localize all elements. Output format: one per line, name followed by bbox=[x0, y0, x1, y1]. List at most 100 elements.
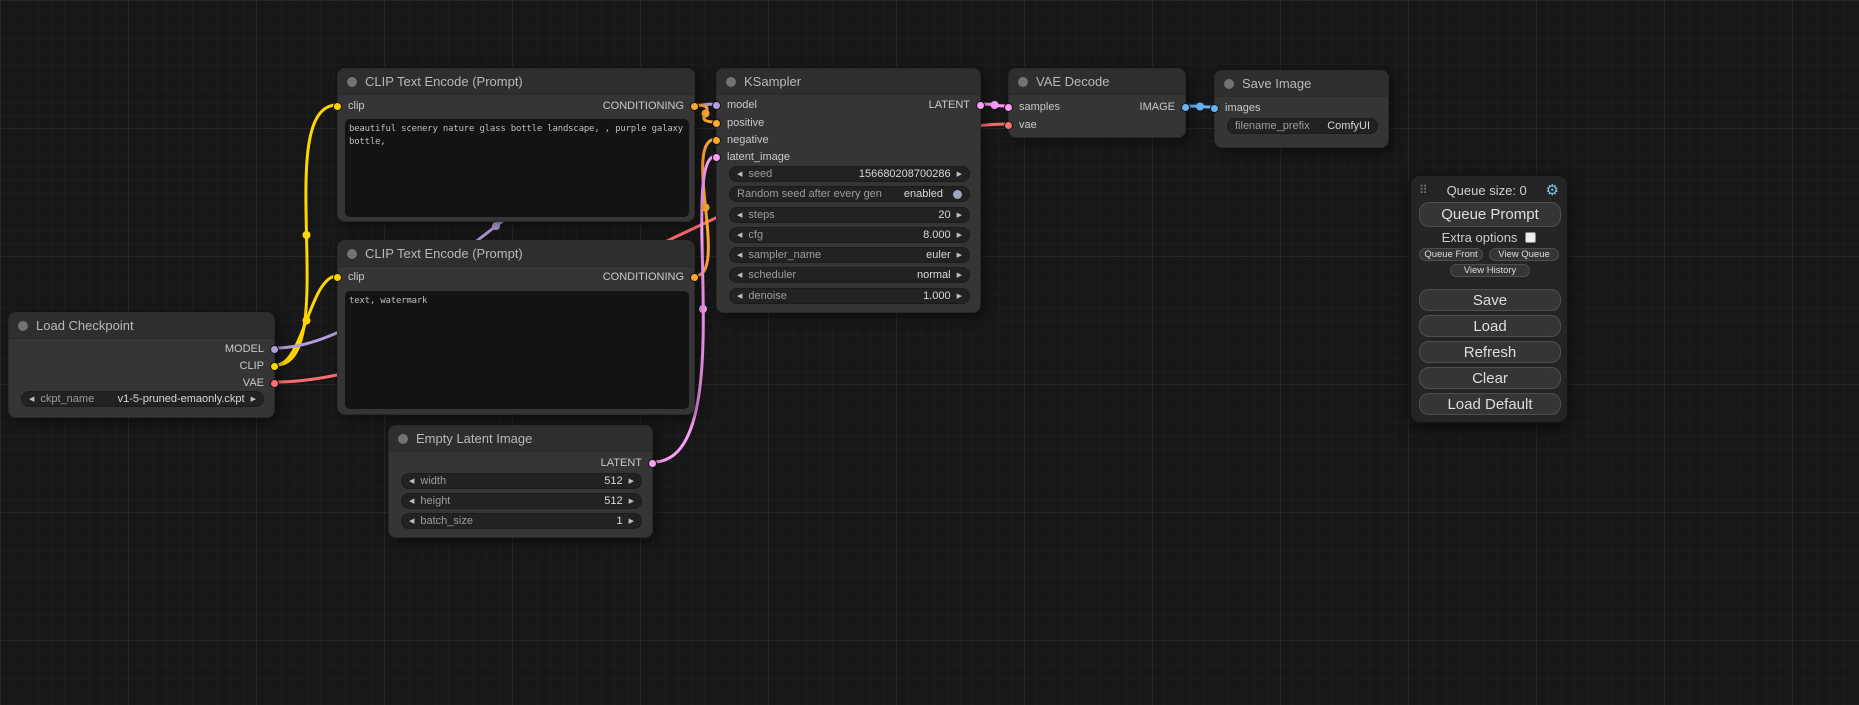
extra-options-checkbox[interactable] bbox=[1525, 232, 1536, 243]
port-dot-clip[interactable] bbox=[333, 273, 342, 282]
node-title-bar[interactable]: Load Checkpoint bbox=[9, 313, 274, 339]
port-dot-vae[interactable] bbox=[1004, 121, 1013, 130]
collapse-dot-icon[interactable] bbox=[1224, 79, 1234, 89]
load-default-button[interactable]: Load Default bbox=[1419, 393, 1561, 415]
node-clip-text-encode-positive[interactable]: CLIP Text Encode (Prompt) clip CONDITION… bbox=[337, 68, 695, 222]
widget-random-seed-toggle[interactable]: Random seed after every gen enabled bbox=[729, 186, 970, 202]
collapse-dot-icon[interactable] bbox=[398, 434, 408, 444]
settings-gear-icon[interactable]: ⚙ bbox=[1546, 183, 1559, 198]
increment-arrow-icon[interactable]: ▶ bbox=[957, 252, 962, 259]
clear-button[interactable]: Clear bbox=[1419, 367, 1561, 389]
view-history-button[interactable]: View History bbox=[1450, 264, 1530, 277]
collapse-dot-icon[interactable] bbox=[1018, 77, 1028, 87]
save-button[interactable]: Save bbox=[1419, 289, 1561, 311]
input-port-clip[interactable]: clip bbox=[333, 271, 365, 283]
increment-arrow-icon[interactable]: ▶ bbox=[957, 272, 962, 279]
refresh-button[interactable]: Refresh bbox=[1419, 341, 1561, 363]
increment-arrow-icon[interactable]: ▶ bbox=[957, 171, 962, 178]
decrement-arrow-icon[interactable]: ◀ bbox=[409, 518, 414, 525]
widget-filename-prefix[interactable]: filename_prefix ComfyUI bbox=[1227, 118, 1378, 134]
output-port-vae[interactable]: VAE bbox=[243, 377, 279, 389]
node-load-checkpoint[interactable]: Load Checkpoint MODEL CLIP VAE ◀ ckpt_na… bbox=[8, 312, 275, 418]
input-port-latent-image[interactable]: latent_image bbox=[712, 151, 790, 163]
increment-arrow-icon[interactable]: ▶ bbox=[957, 212, 962, 219]
node-ksampler[interactable]: KSampler model positive negative latent_… bbox=[716, 68, 981, 313]
load-button[interactable]: Load bbox=[1419, 315, 1561, 337]
widget-width[interactable]: ◀ width 512 ▶ bbox=[401, 473, 642, 489]
port-dot-model[interactable] bbox=[270, 345, 279, 354]
collapse-dot-icon[interactable] bbox=[18, 321, 28, 331]
widget-height[interactable]: ◀ height 512 ▶ bbox=[401, 493, 642, 509]
output-port-model[interactable]: MODEL bbox=[225, 343, 279, 355]
decrement-arrow-icon[interactable]: ◀ bbox=[737, 171, 742, 178]
decrement-arrow-icon[interactable]: ◀ bbox=[737, 212, 742, 219]
port-dot-latent[interactable] bbox=[712, 153, 721, 162]
increment-arrow-icon[interactable]: ▶ bbox=[957, 293, 962, 300]
input-port-images[interactable]: images bbox=[1210, 102, 1260, 114]
port-dot-conditioning[interactable] bbox=[690, 102, 699, 111]
widget-cfg[interactable]: ◀ cfg 8.000 ▶ bbox=[729, 227, 970, 243]
widget-batch-size[interactable]: ◀ batch_size 1 ▶ bbox=[401, 513, 642, 529]
output-port-latent[interactable]: LATENT bbox=[929, 99, 985, 111]
input-port-positive[interactable]: positive bbox=[712, 117, 764, 129]
collapse-dot-icon[interactable] bbox=[726, 77, 736, 87]
decrement-arrow-icon[interactable]: ◀ bbox=[29, 396, 34, 403]
port-dot-clip[interactable] bbox=[333, 102, 342, 111]
negative-prompt-textarea[interactable]: text, watermark bbox=[345, 291, 689, 409]
port-dot-latent[interactable] bbox=[1004, 103, 1013, 112]
increment-arrow-icon[interactable]: ▶ bbox=[629, 478, 634, 485]
widget-seed[interactable]: ◀ seed 156680208700286 ▶ bbox=[729, 166, 970, 182]
queue-front-button[interactable]: Queue Front bbox=[1419, 248, 1483, 261]
view-queue-button[interactable]: View Queue bbox=[1489, 248, 1559, 261]
widget-steps[interactable]: ◀ steps 20 ▶ bbox=[729, 207, 970, 223]
node-clip-text-encode-negative[interactable]: CLIP Text Encode (Prompt) clip CONDITION… bbox=[337, 240, 695, 415]
port-dot-image[interactable] bbox=[1181, 103, 1190, 112]
output-port-clip[interactable]: CLIP bbox=[240, 360, 279, 372]
input-port-vae[interactable]: vae bbox=[1004, 119, 1037, 131]
increment-arrow-icon[interactable]: ▶ bbox=[251, 396, 256, 403]
input-port-negative[interactable]: negative bbox=[712, 134, 769, 146]
port-dot-conditioning[interactable] bbox=[690, 273, 699, 282]
widget-scheduler[interactable]: ◀ scheduler normal ▶ bbox=[729, 267, 970, 283]
increment-arrow-icon[interactable]: ▶ bbox=[629, 518, 634, 525]
decrement-arrow-icon[interactable]: ◀ bbox=[409, 498, 414, 505]
collapse-dot-icon[interactable] bbox=[347, 77, 357, 87]
node-title-bar[interactable]: Save Image bbox=[1215, 71, 1388, 97]
output-port-image[interactable]: IMAGE bbox=[1140, 101, 1190, 113]
node-graph-canvas[interactable]: Load Checkpoint MODEL CLIP VAE ◀ ckpt_na… bbox=[0, 0, 1859, 705]
collapse-dot-icon[interactable] bbox=[347, 249, 357, 259]
input-port-samples[interactable]: samples bbox=[1004, 101, 1060, 113]
decrement-arrow-icon[interactable]: ◀ bbox=[737, 272, 742, 279]
port-dot-vae[interactable] bbox=[270, 379, 279, 388]
node-title-bar[interactable]: VAE Decode bbox=[1009, 69, 1185, 95]
node-title-bar[interactable]: KSampler bbox=[717, 69, 980, 95]
port-dot-conditioning[interactable] bbox=[712, 136, 721, 145]
queue-prompt-button[interactable]: Queue Prompt bbox=[1419, 202, 1561, 227]
port-dot-model[interactable] bbox=[712, 101, 721, 110]
node-title-bar[interactable]: Empty Latent Image bbox=[389, 426, 652, 452]
output-port-conditioning[interactable]: CONDITIONING bbox=[603, 100, 699, 112]
input-port-model[interactable]: model bbox=[712, 99, 757, 111]
output-port-latent[interactable]: LATENT bbox=[601, 457, 657, 469]
decrement-arrow-icon[interactable]: ◀ bbox=[737, 293, 742, 300]
node-title-bar[interactable]: CLIP Text Encode (Prompt) bbox=[338, 69, 694, 95]
decrement-arrow-icon[interactable]: ◀ bbox=[737, 252, 742, 259]
node-empty-latent-image[interactable]: Empty Latent Image LATENT ◀ width 512 ▶ … bbox=[388, 425, 653, 538]
output-port-conditioning[interactable]: CONDITIONING bbox=[603, 271, 699, 283]
increment-arrow-icon[interactable]: ▶ bbox=[629, 498, 634, 505]
port-dot-latent[interactable] bbox=[976, 101, 985, 110]
increment-arrow-icon[interactable]: ▶ bbox=[957, 232, 962, 239]
positive-prompt-textarea[interactable]: beautiful scenery nature glass bottle la… bbox=[345, 119, 689, 217]
node-save-image[interactable]: Save Image images filename_prefix ComfyU… bbox=[1214, 70, 1389, 148]
port-dot-latent[interactable] bbox=[648, 459, 657, 468]
toggle-indicator-icon[interactable] bbox=[953, 190, 962, 199]
node-vae-decode[interactable]: VAE Decode samples vae IMAGE bbox=[1008, 68, 1186, 138]
widget-sampler-name[interactable]: ◀ sampler_name euler ▶ bbox=[729, 247, 970, 263]
drag-handle-icon[interactable]: ⠿ bbox=[1419, 183, 1428, 197]
input-port-clip[interactable]: clip bbox=[333, 100, 365, 112]
widget-ckpt-name[interactable]: ◀ ckpt_name v1-5-pruned-emaonly.ckpt ▶ bbox=[21, 391, 264, 407]
port-dot-clip[interactable] bbox=[270, 362, 279, 371]
port-dot-conditioning[interactable] bbox=[712, 119, 721, 128]
widget-denoise[interactable]: ◀ denoise 1.000 ▶ bbox=[729, 288, 970, 304]
port-dot-image[interactable] bbox=[1210, 104, 1219, 113]
